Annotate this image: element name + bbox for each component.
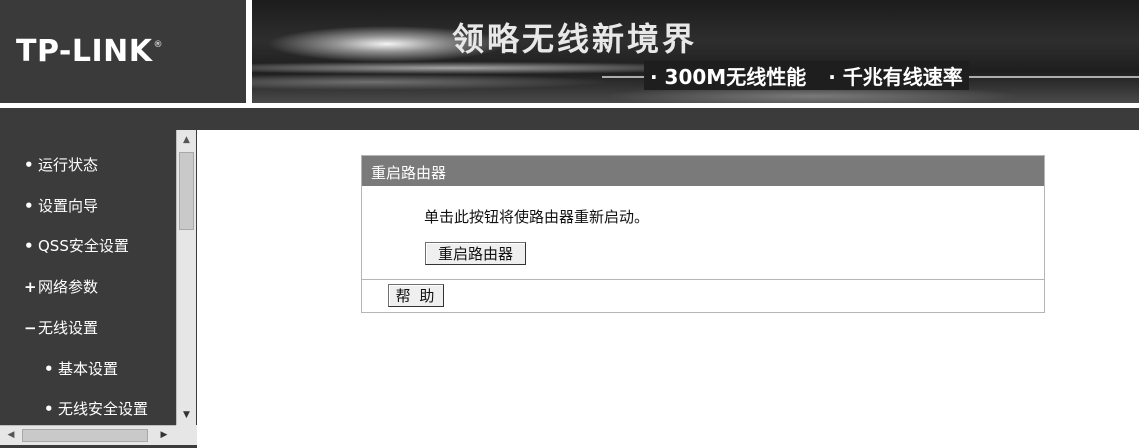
- help-button[interactable]: 帮 助: [388, 284, 444, 307]
- bullet-icon: •: [24, 197, 34, 215]
- panel-header: 重启路由器: [362, 156, 1044, 186]
- logo-name: TP-LINK: [16, 34, 153, 69]
- reboot-panel: 重启路由器 单击此按钮将使路由器重新启动。 重启路由器 帮 助: [361, 155, 1045, 313]
- sidebar-menu: • 运行状态 • 设置向导 • QSS安全设置 +网络参数 −无线设置 • 基本设置 •…: [0, 130, 176, 425]
- vertical-scrollbar[interactable]: ▲ ▼: [176, 130, 196, 425]
- sidebar-item-label: 运行状态: [38, 156, 99, 174]
- sidebar-item-wireless[interactable]: −无线设置: [24, 317, 98, 338]
- bullet-icon: •: [44, 400, 54, 418]
- panel-divider: [362, 279, 1044, 280]
- registered-mark: ®: [153, 40, 164, 50]
- scroll-left-icon[interactable]: ◀: [3, 426, 19, 445]
- banner-slogan: 领略无线新境界: [452, 20, 698, 58]
- sidebar-item-label: 网络参数: [38, 278, 99, 296]
- horizontal-scroll-thumb[interactable]: [22, 429, 148, 442]
- logo: TP-LINK®: [0, 0, 246, 103]
- banner-sub-slogan-1: · 300M无线性能: [650, 65, 807, 89]
- sidebar-item-status[interactable]: • 运行状态: [24, 154, 98, 175]
- horizontal-scrollbar[interactable]: ◀ ▶: [0, 425, 176, 445]
- logo-text: TP-LINK®: [16, 34, 163, 69]
- sidebar-item-label: QSS安全设置: [38, 237, 129, 255]
- banner-sub-slogan: · 300M无线性能 · 千兆有线速率: [644, 61, 969, 90]
- header: TP-LINK® 领略无线新境界 · 300M无线性能 · 千兆有线速率: [0, 0, 1139, 103]
- scroll-right-icon[interactable]: ▶: [156, 426, 172, 445]
- bullet-icon: •: [44, 360, 54, 378]
- sidebar-item-setup-wizard[interactable]: • 设置向导: [24, 195, 98, 216]
- sidebar-item-label: 基本设置: [58, 360, 119, 378]
- scroll-up-icon[interactable]: ▲: [177, 132, 196, 148]
- vertical-scroll-thumb[interactable]: [179, 152, 194, 230]
- scroll-down-icon[interactable]: ▼: [177, 407, 196, 423]
- header-band: [0, 108, 1139, 130]
- banner-sub-slogan-2: · 千兆有线速率: [828, 65, 963, 89]
- sidebar-item-label: 设置向导: [38, 197, 99, 215]
- scroll-corner: [176, 425, 197, 445]
- panel-title: 重启路由器: [371, 164, 447, 182]
- banner: 领略无线新境界 · 300M无线性能 · 千兆有线速率: [252, 0, 1139, 103]
- collapse-icon: −: [24, 319, 37, 337]
- sidebar: • 运行状态 • 设置向导 • QSS安全设置 +网络参数 −无线设置 • 基本设置 •…: [0, 130, 197, 448]
- sidebar-item-wireless-security[interactable]: • 无线安全设置: [44, 398, 148, 419]
- sidebar-item-wireless-basic[interactable]: • 基本设置: [44, 358, 118, 379]
- reboot-description: 单击此按钮将使路由器重新启动。: [424, 208, 650, 226]
- sidebar-item-qss[interactable]: • QSS安全设置: [24, 235, 129, 256]
- sidebar-item-network[interactable]: +网络参数: [24, 276, 98, 297]
- sidebar-item-label: 无线安全设置: [58, 400, 149, 418]
- sidebar-item-label: 无线设置: [38, 319, 99, 337]
- bullet-icon: •: [24, 237, 34, 255]
- expand-icon: +: [24, 278, 37, 296]
- reboot-button[interactable]: 重启路由器: [425, 242, 526, 265]
- bullet-icon: •: [24, 156, 34, 174]
